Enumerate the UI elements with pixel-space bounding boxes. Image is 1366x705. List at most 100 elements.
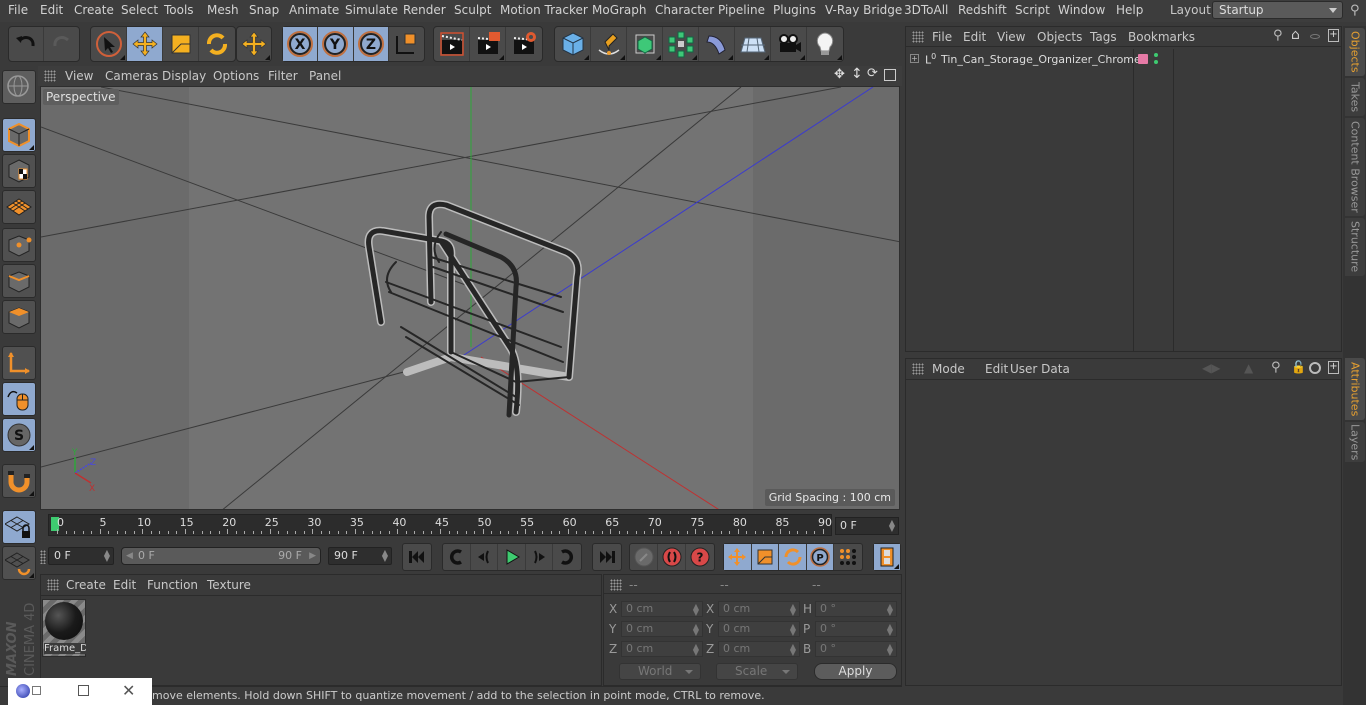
rotation-h-field[interactable]: 0 ° ▲ ▼	[815, 601, 897, 617]
position-z-field[interactable]: 0 cm ▲ ▼	[621, 641, 703, 657]
snap-button[interactable]	[2, 464, 36, 498]
previous-key-button[interactable]	[443, 544, 471, 570]
attributes-menu-mode[interactable]: Mode	[932, 362, 965, 376]
key-parameter-button[interactable]: P	[806, 544, 835, 570]
start-frame-field[interactable]: 0 F ▲ ▼	[48, 547, 114, 565]
deformer-button[interactable]	[699, 27, 735, 61]
spinner-icon[interactable]: ▲ ▼	[889, 519, 895, 533]
editor-visibility-dot[interactable]	[1154, 53, 1158, 57]
apply-button[interactable]: Apply	[814, 663, 897, 680]
spinner-icon[interactable]: ▲ ▼	[693, 603, 699, 617]
menu-3dtoall[interactable]: 3DToAll	[904, 3, 948, 17]
next-key-button[interactable]	[553, 544, 581, 570]
points-mode-button[interactable]	[2, 228, 36, 262]
pen-spline-button[interactable]	[591, 27, 627, 61]
drag-grip-icon[interactable]	[40, 550, 46, 564]
autokeying-button[interactable]	[658, 544, 686, 570]
menu-edit[interactable]: Edit	[40, 3, 63, 17]
back-arrow-icon[interactable]: ◀▶	[1202, 361, 1220, 375]
maximize-icon[interactable]	[78, 685, 89, 696]
keyframe-selection-button[interactable]: ?	[686, 544, 714, 570]
timeline-window-button[interactable]	[874, 544, 900, 570]
scale-tool-button[interactable]	[163, 27, 199, 61]
rotate-tool-button[interactable]	[199, 27, 235, 61]
viewport-menu-filter[interactable]: Filter	[268, 69, 298, 83]
spinner-icon[interactable]: ▲ ▼	[790, 623, 796, 637]
menu-script[interactable]: Script	[1015, 3, 1050, 17]
timeline-ruler[interactable]: 0 5 10 15 20 25 30 35 40 45 50 55 60 65 70 75 80 85 90	[48, 514, 832, 536]
3d-viewport[interactable]: Y Z X Perspective Grid Spacing : 100 cm	[40, 86, 900, 510]
spinner-icon[interactable]: ▲ ▼	[382, 549, 388, 563]
coord-mode-dropdown[interactable]: World	[619, 663, 701, 680]
key-position-button[interactable]	[724, 544, 752, 570]
workplane-align-button[interactable]	[2, 546, 36, 580]
play-button[interactable]	[498, 544, 526, 570]
polygons-mode-button[interactable]	[2, 300, 36, 334]
menu-window[interactable]: Window	[1058, 3, 1105, 17]
go-to-start-button[interactable]	[403, 544, 431, 570]
make-editable-button[interactable]	[2, 70, 36, 104]
menu-character[interactable]: Character	[655, 3, 714, 17]
camera-label[interactable]: Perspective	[43, 89, 119, 105]
menu-animate[interactable]: Animate	[289, 3, 339, 17]
expand-icon[interactable]: +	[910, 54, 919, 63]
floor-button[interactable]	[735, 27, 771, 61]
menu-create[interactable]: Create	[74, 3, 114, 17]
material-item[interactable]: Frame_D	[42, 599, 86, 657]
menu-file[interactable]: File	[8, 3, 28, 17]
search-icon[interactable]: ⚲	[1273, 28, 1283, 43]
tab-structure[interactable]: Structure	[1345, 218, 1365, 276]
render-picture-viewer-button[interactable]	[470, 27, 506, 61]
maximize-view-icon[interactable]	[884, 69, 896, 81]
search-icon[interactable]: ⚲	[1350, 3, 1360, 18]
viewport-menu-view[interactable]: View	[65, 69, 93, 83]
texture-mode-button[interactable]	[2, 154, 36, 188]
menu-redshift[interactable]: Redshift	[958, 3, 1007, 17]
drag-grip-icon[interactable]	[610, 579, 622, 591]
viewport-menu-panel[interactable]: Panel	[309, 69, 341, 83]
solo-button[interactable]: S	[2, 418, 36, 452]
workplane-mode-button[interactable]	[2, 190, 36, 224]
object-row[interactable]: + L0 Tin_Can_Storage_Organizer_Chrome	[906, 49, 1141, 69]
menu-pipeline[interactable]: Pipeline	[718, 3, 765, 17]
drag-grip-icon[interactable]	[912, 31, 924, 43]
spinner-icon[interactable]: ▲ ▼	[790, 603, 796, 617]
viewport-menu-display[interactable]: Display	[162, 69, 206, 83]
new-panel-icon[interactable]: +	[1328, 361, 1339, 374]
next-frame-button[interactable]	[526, 544, 554, 570]
light-button[interactable]	[807, 27, 843, 61]
new-panel-icon[interactable]: +	[1328, 29, 1339, 42]
coord-type-dropdown[interactable]: Scale	[716, 663, 798, 680]
key-pla-button[interactable]	[834, 544, 862, 570]
position-x-field[interactable]: 0 cm ▲ ▼	[621, 601, 703, 617]
material-menu-create[interactable]: Create	[66, 578, 106, 592]
key-scale-button[interactable]	[751, 544, 780, 570]
objects-menu-tags[interactable]: Tags	[1090, 30, 1117, 44]
rotation-b-field[interactable]: 0 ° ▲ ▼	[815, 641, 897, 657]
undo-button[interactable]	[9, 27, 45, 61]
render-visibility-dot[interactable]	[1154, 60, 1158, 64]
end-frame-field[interactable]: 90 F ▲ ▼	[328, 547, 392, 565]
search-icon[interactable]: ⚲	[1271, 360, 1281, 375]
up-arrow-icon[interactable]: ▲	[1244, 361, 1253, 375]
viewport-menu-cameras[interactable]: Cameras	[105, 69, 158, 83]
rotate-view-icon[interactable]: ⟳	[867, 66, 878, 81]
attributes-menu-user-data[interactable]: User Data	[1010, 362, 1070, 376]
record-keys-button[interactable]	[630, 544, 658, 570]
menu-mograph[interactable]: MoGraph	[592, 3, 647, 17]
objects-menu-view[interactable]: View	[997, 30, 1025, 44]
menu-vray-bridge[interactable]: V-Ray Bridge	[825, 3, 902, 17]
layout-dropdown[interactable]: Startup	[1212, 1, 1343, 19]
edges-mode-button[interactable]	[2, 264, 36, 298]
menu-select[interactable]: Select	[121, 3, 158, 17]
render-settings-button[interactable]	[506, 27, 542, 61]
objects-menu-objects[interactable]: Objects	[1037, 30, 1082, 44]
menu-sculpt[interactable]: Sculpt	[454, 3, 491, 17]
menu-motion-tracker[interactable]: Motion Tracker	[500, 3, 588, 17]
menu-help[interactable]: Help	[1116, 3, 1143, 17]
size-z-field[interactable]: 0 cm ▲ ▼	[718, 641, 800, 657]
live-selection-button[interactable]	[91, 27, 127, 61]
subdivision-surface-button[interactable]	[627, 27, 663, 61]
spinner-icon[interactable]: ▲ ▼	[693, 643, 699, 657]
dolly-view-icon[interactable]: ↕	[851, 66, 863, 82]
